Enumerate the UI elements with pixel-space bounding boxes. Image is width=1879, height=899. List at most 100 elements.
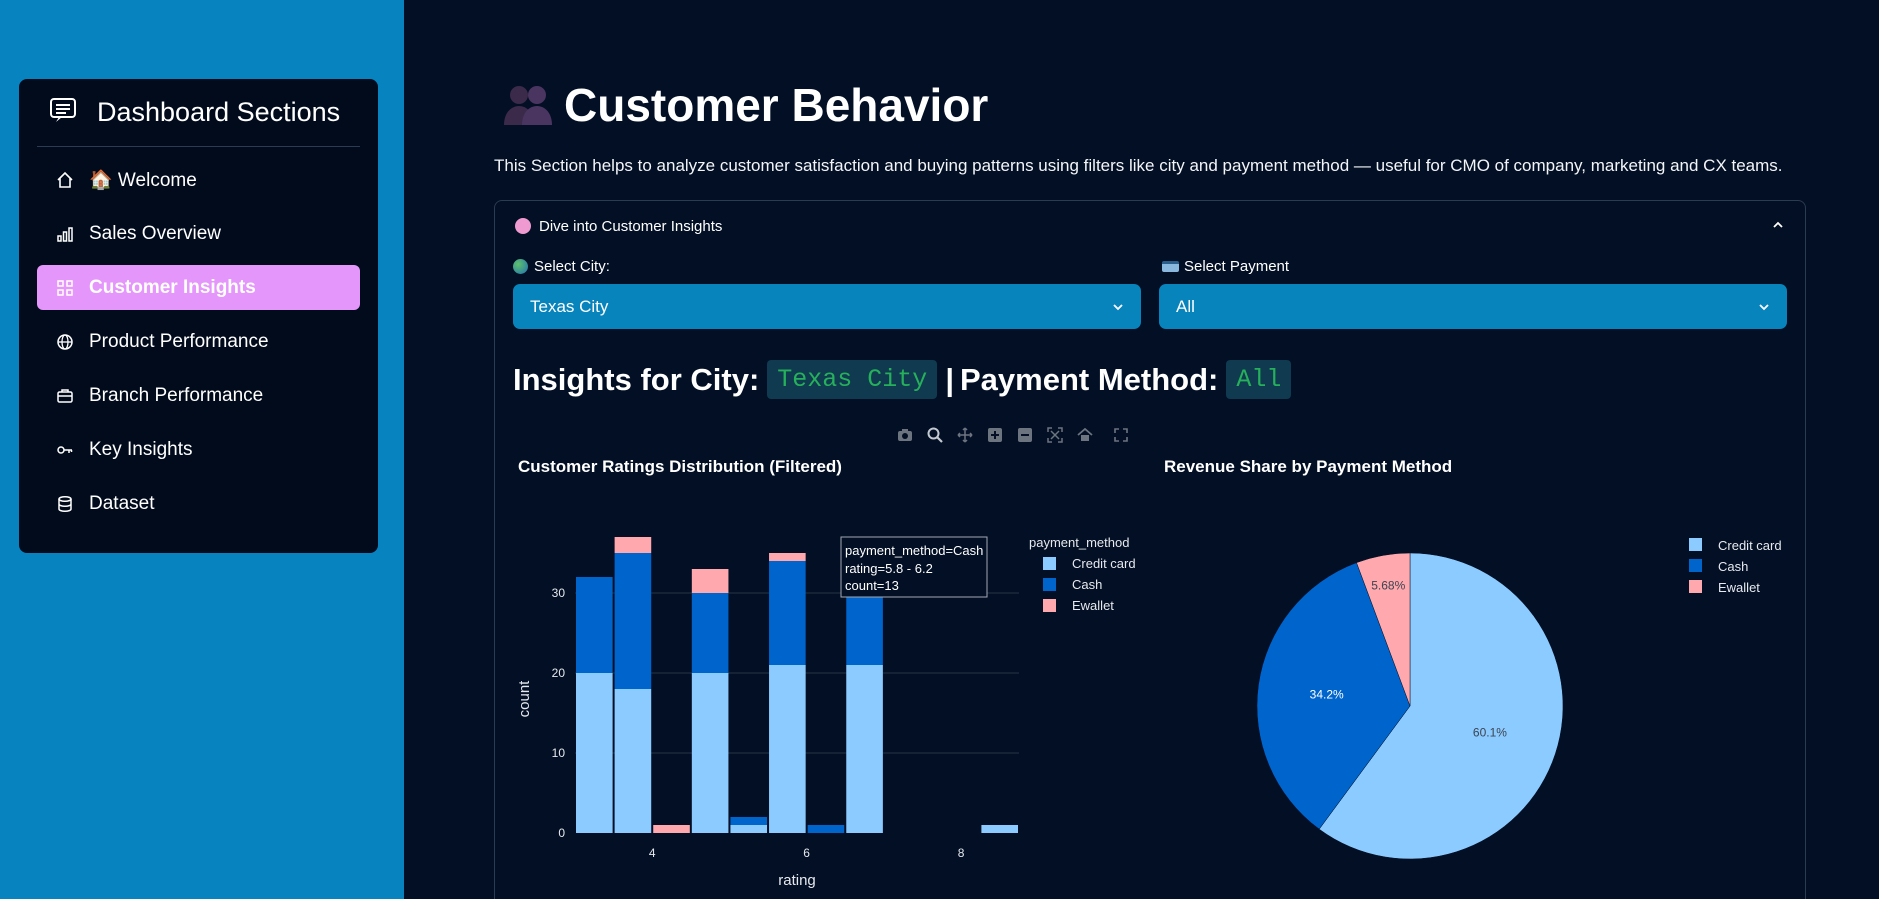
bar-cash[interactable]: [769, 561, 806, 665]
bar-cash[interactable]: [807, 825, 845, 833]
bar-ewallet[interactable]: [769, 553, 806, 561]
credit-card-icon: [1162, 261, 1179, 272]
legend-label-ewallet[interactable]: Ewallet: [1072, 598, 1114, 613]
bar-cash[interactable]: [576, 577, 613, 673]
payment-filter-label: Select Payment: [1162, 258, 1289, 275]
histogram-tooltip: payment_method=Cash rating=5.8 - 6.2 cou…: [840, 536, 988, 598]
sidebar-item-label: Dataset: [89, 492, 155, 514]
payment-label-text: Select Payment: [1184, 258, 1290, 275]
key-icon: [55, 440, 75, 460]
bar-credit-card[interactable]: [769, 665, 806, 833]
sidebar-item-customer-insights[interactable]: Customer Insights: [37, 265, 360, 310]
insights-payment-code: All: [1226, 360, 1292, 399]
sidebar-item-welcome[interactable]: 🏠 Welcome: [37, 157, 360, 202]
pie-legend-label-credit-card[interactable]: Credit card: [1718, 538, 1782, 553]
pie-value-label: 34.2%: [1310, 687, 1344, 701]
histogram-title: Customer Ratings Distribution (Filtered): [518, 457, 842, 476]
sidebar-item-label: Customer Insights: [89, 276, 256, 298]
bar-credit-card[interactable]: [981, 825, 1018, 833]
bar-ewallet[interactable]: [614, 537, 652, 553]
expander-header[interactable]: Dive into Customer Insights: [495, 201, 1805, 251]
x-tick-label: 6: [803, 846, 810, 860]
zoom-out-icon[interactable]: [1015, 425, 1035, 445]
briefcase-icon: [55, 386, 75, 406]
bar-credit-card[interactable]: [846, 665, 883, 833]
histogram-y-label: count: [516, 680, 533, 718]
y-tick-label: 0: [558, 826, 565, 840]
pie-value-label: 5.68%: [1371, 579, 1405, 593]
zoom-in-icon[interactable]: [985, 425, 1005, 445]
database-icon: [55, 494, 75, 514]
page-title: Customer Behavior: [502, 78, 988, 132]
tooltip-line-1: payment_method=Cash: [845, 543, 983, 558]
insights-separator: |: [945, 361, 954, 397]
sidebar-item-label: 🏠 Welcome: [89, 169, 197, 191]
pie-legend-label-cash[interactable]: Cash: [1718, 559, 1748, 574]
pie-value-label: 60.1%: [1473, 725, 1507, 739]
city-filter-label: Select City:: [513, 258, 610, 275]
insights-heading: Insights for City: Texas City | Payment …: [513, 360, 1299, 399]
bar-cash[interactable]: [614, 553, 652, 689]
pie-title: Revenue Share by Payment Method: [1164, 457, 1453, 476]
ratings-histogram[interactable]: 0 10 20 30 4 6 8 count rating payment_method C…: [505, 499, 1165, 899]
expander-label: Dive into Customer Insights: [539, 217, 723, 235]
tooltip-line-3: count=13: [845, 578, 899, 593]
histogram-x-label: rating: [778, 872, 816, 889]
bar-credit-card[interactable]: [614, 689, 652, 833]
sidebar-item-label: Key Insights: [89, 438, 193, 460]
sidebar-item-branch-performance[interactable]: Branch Performance: [37, 373, 360, 418]
y-tick-label: 10: [552, 746, 566, 760]
bar-cash[interactable]: [846, 593, 883, 665]
legend-title: payment_method: [1029, 535, 1129, 550]
bar-credit-card[interactable]: [576, 673, 613, 833]
grid-icon: [55, 278, 75, 298]
legend-swatch-ewallet: [1043, 599, 1056, 612]
payment-select[interactable]: All: [1159, 284, 1787, 329]
city-select[interactable]: Texas City: [513, 284, 1141, 329]
globe-emoji-icon: [513, 259, 528, 274]
chevron-down-icon: [1111, 299, 1125, 319]
legend-label-credit-card[interactable]: Credit card: [1072, 556, 1136, 571]
pie-legend: Credit card Cash Ewallet: [1689, 538, 1782, 595]
tooltip-line-2: rating=5.8 - 6.2: [845, 561, 933, 576]
pan-icon[interactable]: [955, 425, 975, 445]
pie-legend-swatch-cash: [1689, 559, 1702, 572]
page-description: This Section helps to analyze customer s…: [494, 156, 1783, 175]
legend-label-cash[interactable]: Cash: [1072, 577, 1102, 592]
bar-credit-card[interactable]: [691, 673, 729, 833]
people-icon: [502, 81, 554, 129]
home-icon: [55, 170, 75, 190]
x-tick-label: 8: [958, 846, 965, 860]
sidebar-nav: 🏠 Welcome Sales Overview Customer Insigh…: [19, 147, 378, 526]
pie-legend-swatch-ewallet: [1689, 580, 1702, 593]
sidebar-item-key-insights[interactable]: Key Insights: [37, 427, 360, 472]
fullscreen-icon[interactable]: [1111, 425, 1131, 445]
zoom-icon[interactable]: [925, 425, 945, 445]
bar-ewallet[interactable]: [653, 825, 690, 833]
sidebar-item-label: Sales Overview: [89, 222, 221, 244]
pie-legend-label-ewallet[interactable]: Ewallet: [1718, 580, 1760, 595]
autoscale-icon[interactable]: [1045, 425, 1065, 445]
bar-credit-card[interactable]: [730, 825, 768, 833]
bar-cash[interactable]: [691, 593, 729, 673]
sidebar-item-product-performance[interactable]: Product Performance: [37, 319, 360, 364]
insights-prefix: Insights for City:: [513, 361, 760, 397]
legend-swatch-credit-card: [1043, 557, 1056, 570]
y-tick-label: 20: [552, 666, 566, 680]
chevron-up-icon[interactable]: [1771, 218, 1785, 232]
payment-pie-chart[interactable]: 60.1% 34.2% 5.68% Credit card Cash Ewallet: [1205, 515, 1845, 875]
brain-icon: [515, 218, 531, 234]
sidebar-item-sales-overview[interactable]: Sales Overview: [37, 211, 360, 256]
sidebar-item-dataset[interactable]: Dataset: [37, 481, 360, 526]
insights-city-code: Texas City: [767, 360, 938, 399]
page-heading: Customer Behavior: [564, 79, 989, 131]
reset-axes-icon[interactable]: [1075, 425, 1095, 445]
pie-legend-swatch-credit-card: [1689, 538, 1702, 551]
bar-cash[interactable]: [730, 817, 768, 825]
insights-payment-prefix: Payment Method:: [960, 361, 1219, 397]
y-tick-label: 30: [552, 586, 566, 600]
sidebar-header: Dashboard Sections: [37, 79, 360, 147]
bar-ewallet[interactable]: [691, 569, 729, 593]
camera-icon[interactable]: [895, 425, 915, 445]
x-tick-label: 4: [649, 846, 656, 860]
